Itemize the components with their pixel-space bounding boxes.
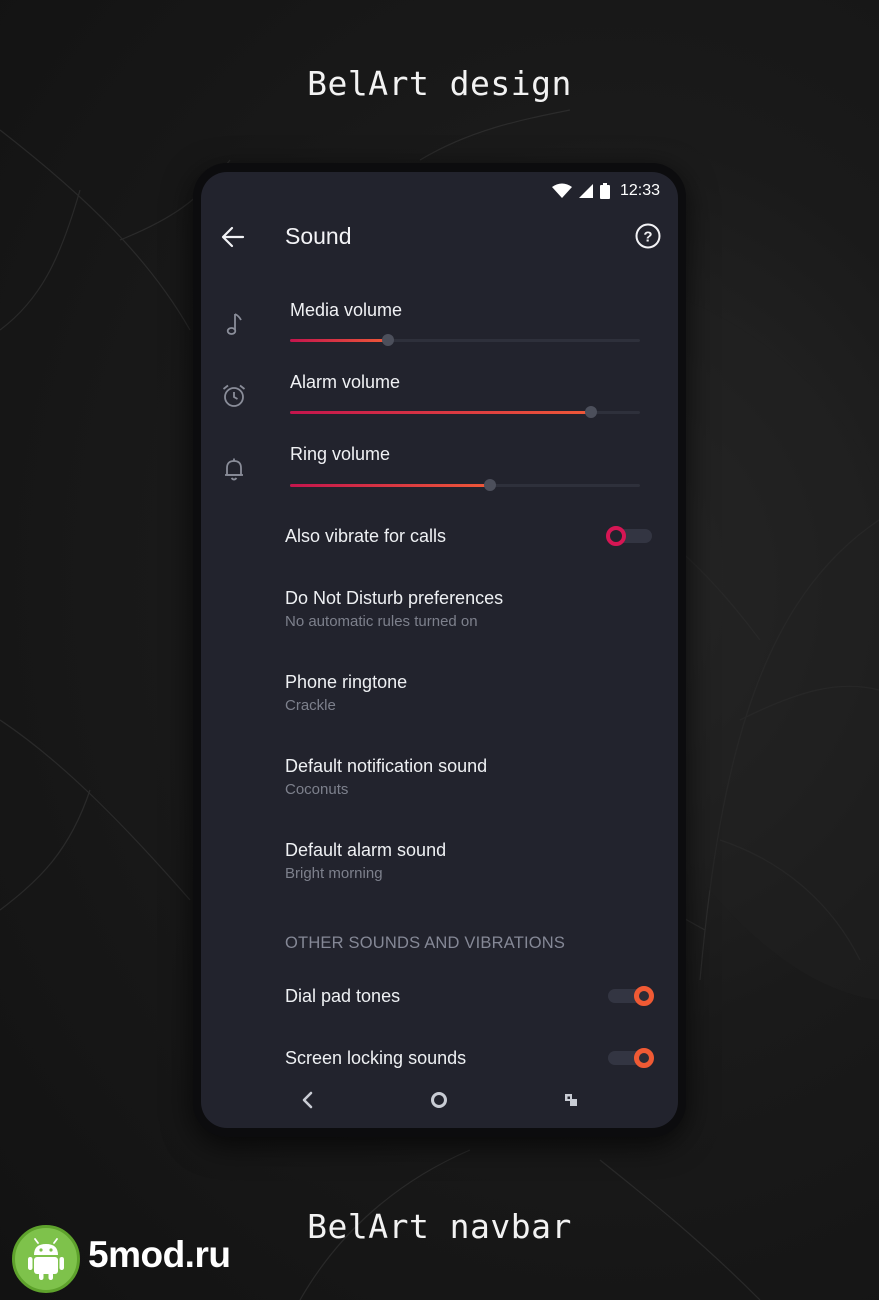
screen-locking-sounds-row[interactable]: Screen locking sounds [285,1048,655,1069]
back-chevron-icon[interactable] [294,1086,322,1114]
android-icon [12,1225,80,1293]
wifi-icon [551,183,572,198]
recents-icon[interactable] [557,1086,585,1114]
vibrate-for-calls-row[interactable]: Also vibrate for calls [285,526,655,547]
home-circle-icon[interactable] [425,1086,453,1114]
dial-pad-tones-toggle[interactable] [606,986,654,1006]
navigation-bar [201,1082,678,1118]
alarm-sound-label: Default alarm sound [285,840,447,860]
screen-locking-sounds-label: Screen locking sounds [285,1048,467,1068]
ring-volume-slider[interactable] [290,478,640,492]
phone-screen: 12:33 Sound ? Media volume Alarm volume … [201,172,678,1128]
dial-pad-tones-row[interactable]: Dial pad tones [285,986,655,1007]
slider-thumb[interactable] [483,479,496,491]
media-volume-slider[interactable] [290,333,640,347]
toggle-thumb [606,526,626,546]
page-title: Sound [285,223,352,249]
ring-volume-label: Ring volume [290,444,391,464]
status-time: 12:33 [619,182,660,199]
arrow-left-icon[interactable] [219,223,247,251]
dial-pad-tones-label: Dial pad tones [285,986,401,1006]
screen-locking-sounds-toggle[interactable] [606,1048,654,1068]
alarm-volume-slider[interactable] [290,405,640,419]
media-volume-label: Media volume [290,300,403,320]
bell-icon [225,458,243,481]
toggle-thumb [634,986,654,1006]
phone-ringtone-summary: Crackle [285,697,336,714]
help-circle-icon[interactable]: ? [634,222,662,250]
do-not-disturb-summary: No automatic rules turned on [285,613,478,630]
alarm-volume-label: Alarm volume [290,372,401,392]
do-not-disturb-row[interactable]: Do Not Disturb preferences No automatic … [285,588,655,630]
alarm-clock-icon [222,384,246,407]
svg-text:?: ? [643,229,652,246]
notification-sound-label: Default notification sound [285,756,488,776]
notification-sound-summary: Coconuts [285,781,349,798]
phone-frame: 12:33 Sound ? Media volume Alarm volume … [193,163,686,1137]
alarm-sound-summary: Bright morning [285,865,383,882]
vibrate-for-calls-toggle[interactable] [606,526,654,546]
signal-icon [578,184,593,198]
slider-thumb[interactable] [585,406,597,418]
slider-thumb[interactable] [382,334,394,346]
music-note-icon [226,313,242,335]
section-header-other-sounds: OTHER SOUNDS AND VIBRATIONS [285,934,566,952]
watermark-site-name: 5mod.ru [88,1234,231,1275]
do-not-disturb-label: Do Not Disturb preferences [285,588,504,608]
slider-fill [290,411,591,414]
phone-ringtone-row[interactable]: Phone ringtone Crackle [285,672,655,714]
slider-fill [290,339,388,342]
promo-caption-top: BelArt design [307,64,572,103]
vibrate-for-calls-label: Also vibrate for calls [285,526,447,546]
status-bar: 12:33 [551,180,660,202]
app-bar: Sound ? [201,217,678,257]
phone-ringtone-label: Phone ringtone [285,672,408,692]
alarm-sound-row[interactable]: Default alarm sound Bright morning [285,840,655,882]
slider-fill [290,484,490,487]
notification-sound-row[interactable]: Default notification sound Coconuts [285,756,655,798]
battery-icon [599,183,610,199]
toggle-thumb [634,1048,654,1068]
